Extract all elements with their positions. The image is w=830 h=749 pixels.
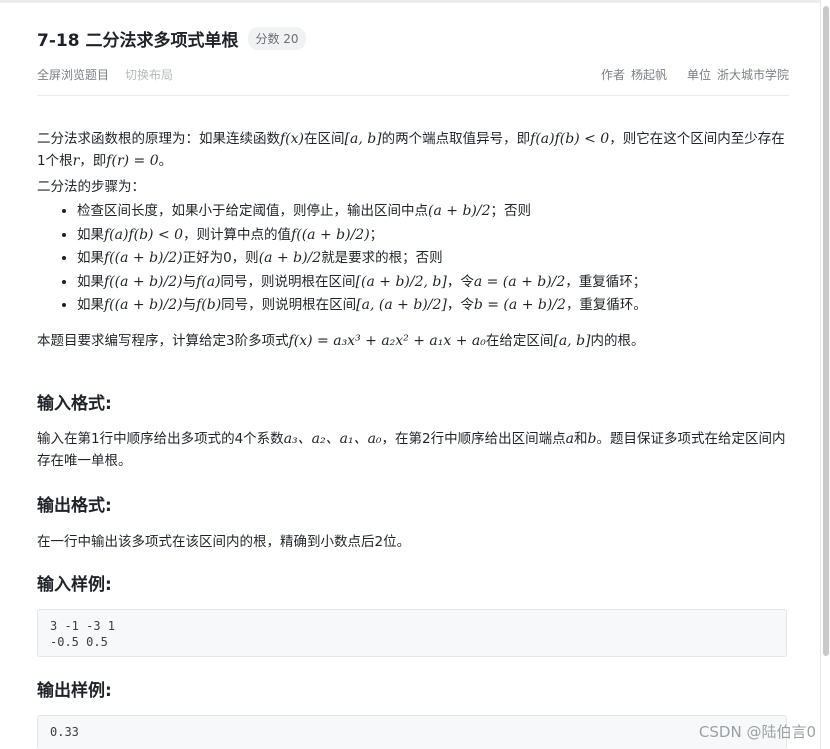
fullscreen-view-button[interactable]: 全屏浏览题目 — [37, 66, 109, 83]
text-segment: ，重复循环。 — [565, 297, 647, 313]
author-label: 作者 — [600, 68, 625, 82]
math-expression: f((a + b)/2) — [104, 273, 183, 290]
input-format-heading: 输入格式: — [37, 394, 112, 414]
scrollbar-track[interactable] — [820, 0, 830, 749]
score-badge: 分数 20 — [248, 26, 306, 50]
math-expression: [a, b] — [553, 332, 591, 349]
problem-title: 7-18 二分法求多项式单根 — [37, 30, 239, 51]
text-segment: 和 — [573, 431, 588, 447]
steps-list: 检查区间长度，如果小于给定阈值，则停止，输出区间中点(a + b)/2；否则 如… — [37, 200, 789, 318]
math-expression: f(x) = a₃x³ + a₂x² + a₁x + a₀ — [288, 332, 486, 349]
math-expression: f(x) — [280, 131, 305, 147]
text-segment: ，即 — [79, 153, 107, 169]
text-segment: 在给定区间 — [485, 332, 554, 349]
text-segment: ，则计算中点的值 — [183, 226, 292, 243]
text-segment: 。 — [158, 153, 173, 169]
text-segment: 输入在第1行中顺序给出多项式的4个系数 — [37, 431, 284, 447]
watermark: CSDN @陆伯言0 — [698, 723, 816, 741]
code-line: 0.33 — [50, 725, 79, 739]
steps-intro: 二分法的步骤为： — [37, 179, 145, 195]
text-segment: 如果 — [77, 273, 104, 290]
problem-header: 7-18 二分法求多项式单根 分数 20 — [37, 24, 306, 52]
unit-value: 浙大城市学院 — [716, 68, 789, 82]
text-segment: 如果 — [77, 250, 104, 266]
author-info: 作者 杨起帆 — [601, 66, 667, 83]
sample-output-heading: 输出样例: — [37, 681, 112, 701]
sample-output-code[interactable]: 0.33 — [37, 715, 787, 749]
step-item: 如果f((a + b)/2)与f(a)同号，则说明根在区间[(a + b)/2,… — [77, 271, 789, 295]
problem-info: 作者 杨起帆 单位 浙大城市学院 — [601, 66, 789, 83]
view-toolbar: 全屏浏览题目 切换布局 — [37, 66, 173, 83]
text-segment: 与 — [182, 273, 197, 290]
math-expression: [(a + b)/2, b] — [355, 273, 447, 290]
text-segment: 检查区间长度，如果小于给定阈值，则停止，输出区间中点 — [77, 203, 428, 219]
text-segment: 二分法求函数根的原理为：如果连续函数 — [37, 131, 280, 147]
math-expression: f((a + b)/2) — [104, 250, 183, 266]
author-value: 杨起帆 — [630, 68, 667, 82]
unit-label: 单位 — [686, 68, 711, 82]
text-segment: 就是要求的根；否则 — [321, 250, 443, 266]
step-item: 如果f((a + b)/2)正好为0，则(a + b)/2就是要求的根；否则 — [77, 247, 789, 271]
text-segment: 与 — [182, 297, 197, 313]
text-segment: ；否则 — [490, 203, 532, 219]
code-line: -0.5 0.5 — [50, 635, 108, 649]
step-item: 如果f(a)f(b) < 0，则计算中点的值f((a + b)/2)； — [77, 224, 789, 248]
sample-input-heading: 输入样例: — [37, 575, 112, 595]
code-line: 3 -1 -3 1 — [50, 619, 116, 633]
text-segment: ，在第2行中顺序给出区间端点 — [381, 431, 566, 447]
math-expression: f(r) = 0 — [106, 153, 159, 169]
text-segment: 如果 — [77, 226, 104, 243]
math-expression: (a + b)/2 — [258, 250, 322, 266]
text-segment: 本题目要求编写程序，计算给定3阶多项式 — [37, 332, 289, 349]
text-segment: ，令 — [446, 273, 474, 290]
top-border — [0, 0, 820, 3]
math-expression: [a, b] — [344, 131, 382, 147]
step-item: 检查区间长度，如果小于给定阈值，则停止，输出区间中点(a + b)/2；否则 — [77, 200, 789, 224]
math-expression: f(a)f(b) < 0 — [104, 226, 184, 243]
text-segment: 内的根。 — [590, 332, 645, 349]
text-segment: 同号，则说明根在区间 — [221, 297, 357, 313]
problem-description: 二分法求函数根的原理为：如果连续函数f(x)在区间[a, b]的两个端点取值异号… — [37, 128, 789, 352]
math-expression: [a, (a + b)/2] — [356, 297, 447, 313]
math-expression: b = (a + b)/2 — [473, 297, 566, 313]
description-paragraph: 二分法求函数根的原理为：如果连续函数f(x)在区间[a, b]的两个端点取值异号… — [37, 128, 789, 172]
math-expression: a = (a + b)/2 — [473, 273, 566, 290]
math-expression: f(b) — [196, 297, 222, 313]
input-format-text: 输入在第1行中顺序给出多项式的4个系数a₃、a₂、a₁、a₀，在第2行中顺序给出… — [37, 428, 789, 472]
scrollbar-thumb[interactable] — [823, 6, 829, 656]
output-format-text: 在一行中输出该多项式在该区间内的根，精确到小数点后2位。 — [37, 534, 411, 550]
text-segment: ； — [369, 226, 384, 243]
math-expression: f((a + b)/2) — [291, 226, 370, 243]
text-segment: 在区间 — [304, 131, 345, 147]
unit-info: 单位 浙大城市学院 — [687, 66, 789, 83]
problem-page: 7-18 二分法求多项式单根 分数 20 全屏浏览题目 切换布局 作者 杨起帆 单… — [0, 0, 830, 749]
header-divider — [37, 95, 789, 96]
math-expression: (a + b)/2 — [428, 203, 491, 219]
text-segment: ，重复循环； — [565, 273, 647, 290]
meta-row: 全屏浏览题目 切换布局 作者 杨起帆 单位 浙大城市学院 — [37, 66, 789, 86]
text-segment: 的两个端点取值异号，即 — [381, 131, 531, 147]
switch-layout-button[interactable]: 切换布局 — [125, 66, 173, 83]
math-expression: f(a)f(b) < 0 — [530, 131, 610, 147]
text-segment: 正好为0，则 — [182, 250, 259, 266]
task-paragraph: 本题目要求编写程序，计算给定3阶多项式f(x) = a₃x³ + a₂x² + … — [37, 330, 789, 352]
text-segment: ，令 — [446, 297, 474, 313]
sample-input-code[interactable]: 3 -1 -3 1 -0.5 0.5 — [37, 609, 787, 657]
math-expression: f((a + b)/2) — [104, 297, 183, 313]
math-expression: f(a) — [196, 273, 221, 290]
text-segment: 同号，则说明根在区间 — [220, 273, 356, 290]
math-expression: a₃、a₂、a₁、a₀ — [283, 431, 382, 447]
step-item: 如果f((a + b)/2)与f(b)同号，则说明根在区间[a, (a + b)… — [77, 294, 789, 318]
text-segment: 如果 — [77, 297, 104, 313]
math-expression: a — [565, 431, 574, 447]
output-format-heading: 输出格式: — [37, 496, 112, 516]
